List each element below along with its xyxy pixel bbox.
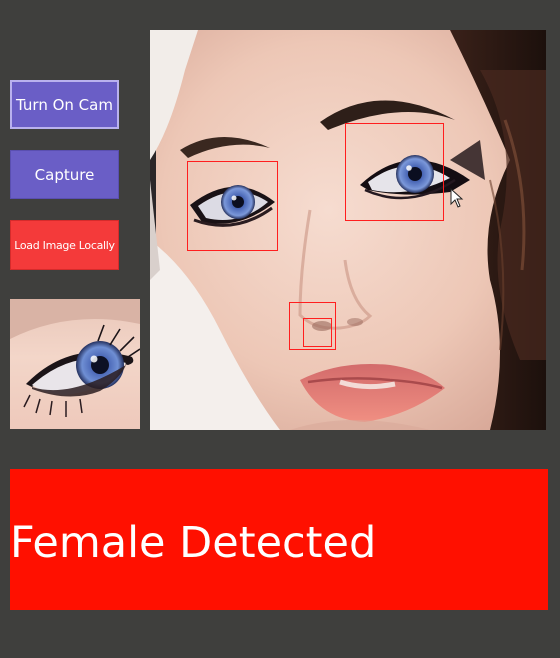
load-image-label: Load Image Locally (14, 238, 115, 252)
eye-crop-image (10, 299, 140, 417)
mouse-pointer-icon (450, 188, 464, 208)
result-banner: Female Detected (10, 469, 548, 610)
result-text: Female Detected (10, 517, 377, 568)
right-eye-detection-box (345, 123, 444, 221)
load-image-locally-button[interactable]: Load Image Locally (10, 220, 119, 270)
nose-detection-box-inner (303, 318, 332, 347)
turn-on-cam-label: Turn On Cam (16, 95, 113, 114)
eye-crop-thumbnail (10, 299, 140, 429)
left-eye-detection-box (187, 161, 278, 251)
camera-view (150, 30, 546, 430)
turn-on-cam-button[interactable]: Turn On Cam (10, 80, 119, 129)
capture-label: Capture (34, 165, 95, 184)
capture-button[interactable]: Capture (10, 150, 119, 199)
